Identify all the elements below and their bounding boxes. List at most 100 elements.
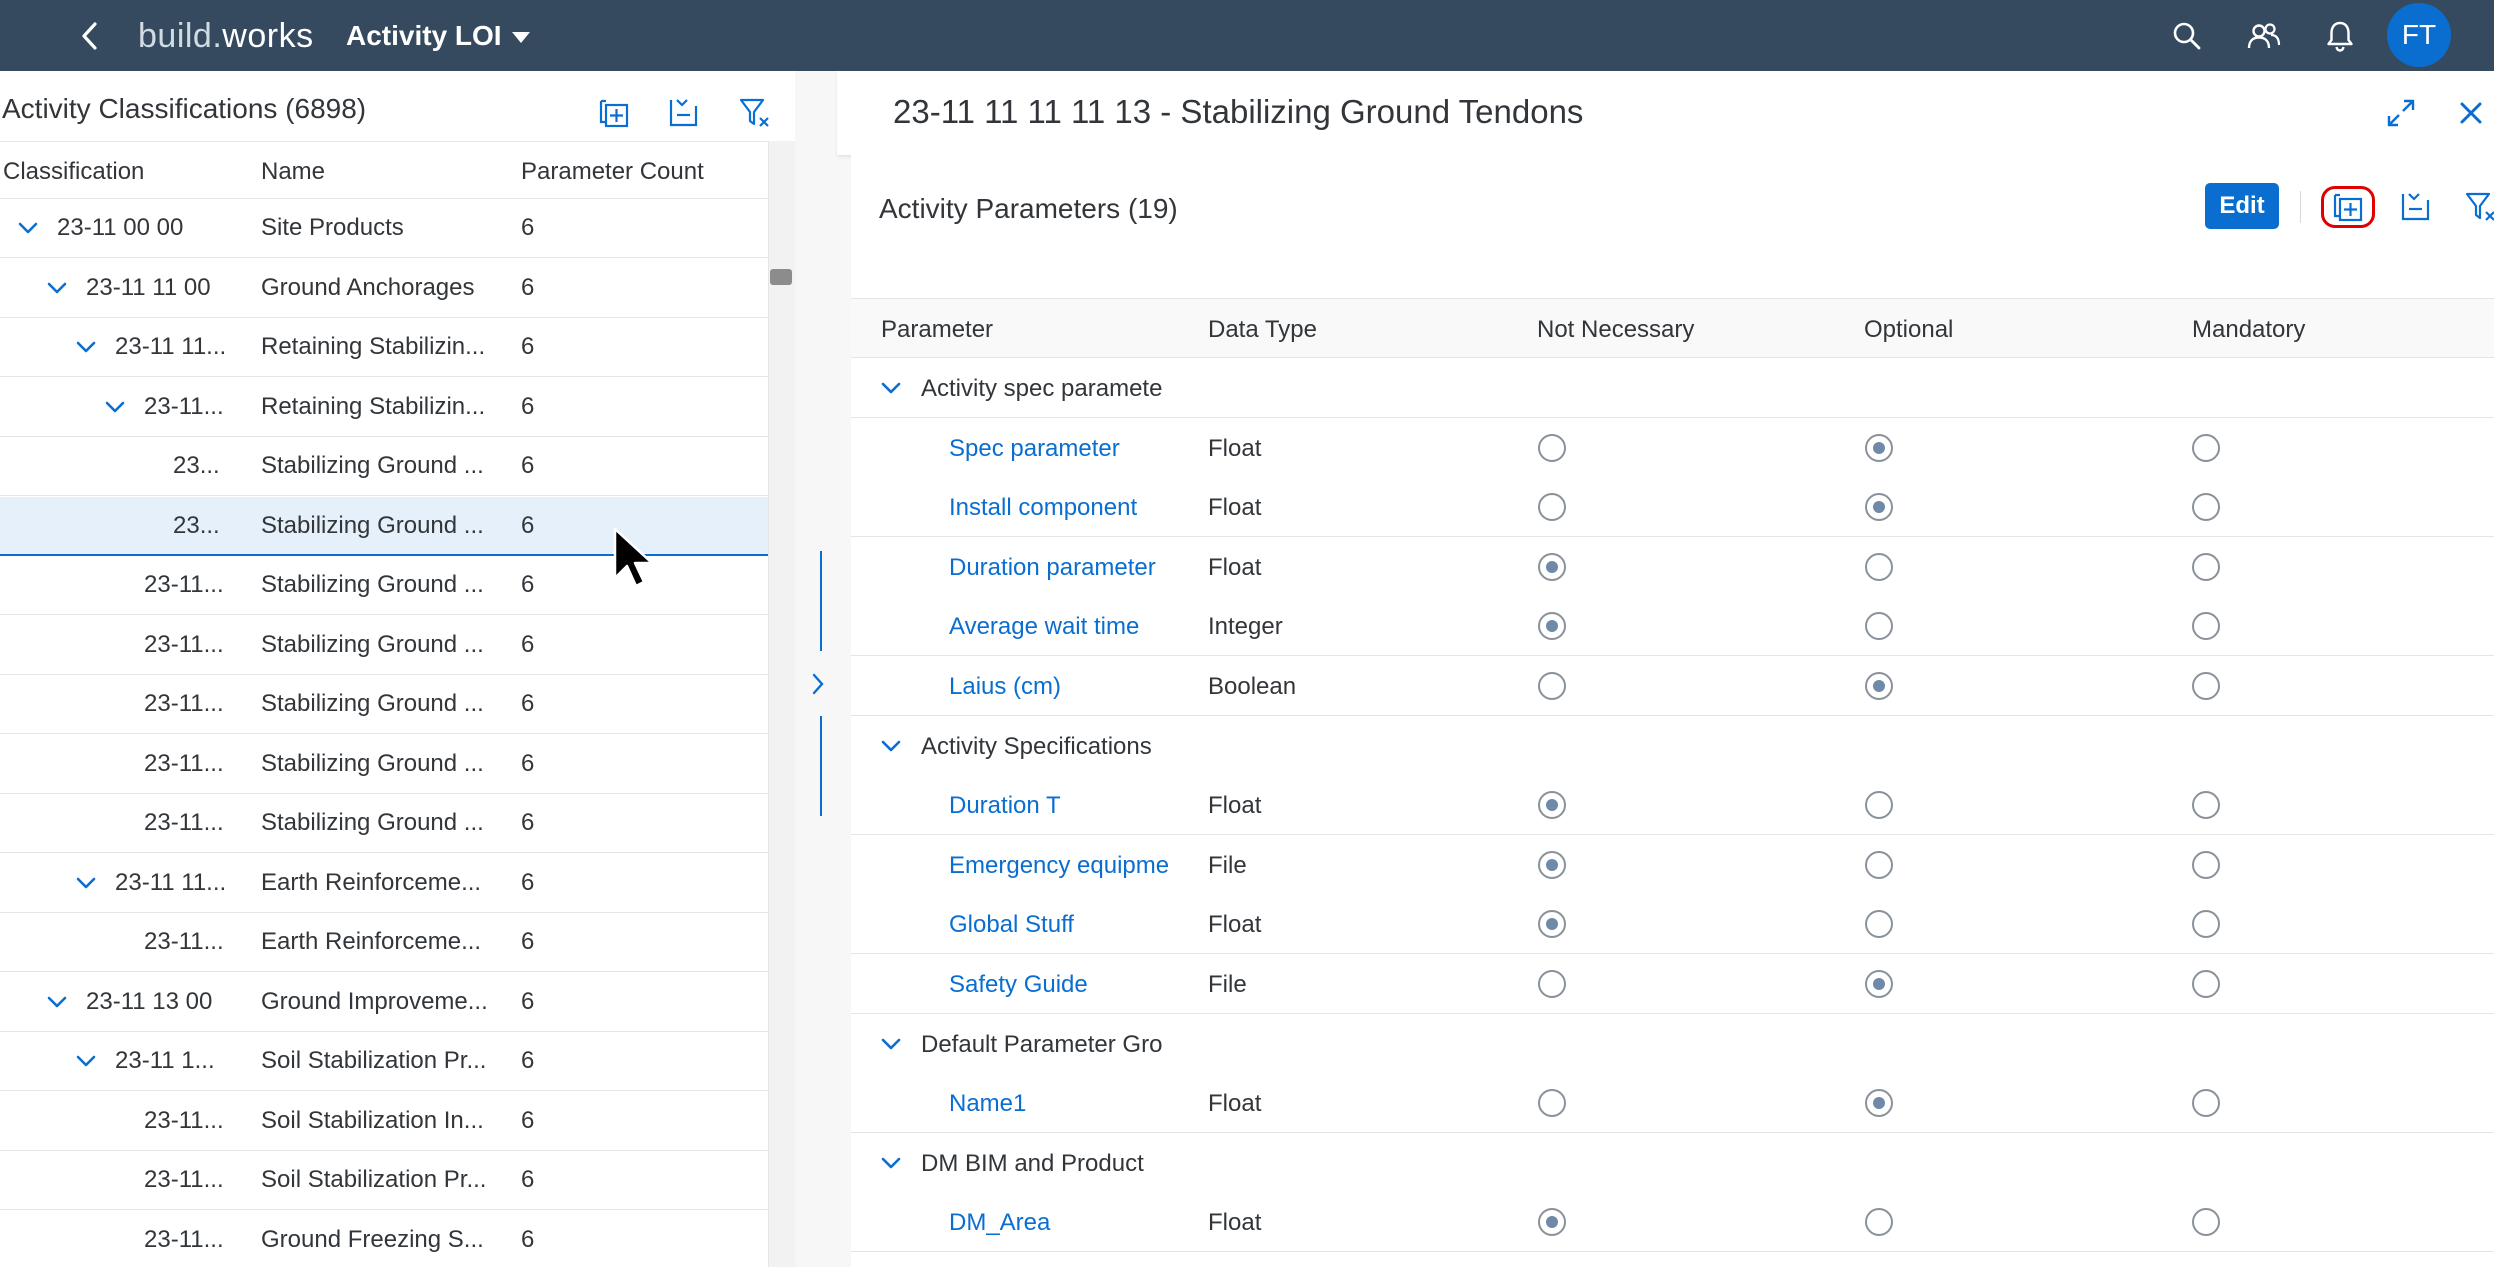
parameter-link[interactable]: Spec parameter: [949, 435, 1171, 463]
tree-row[interactable]: 23-11... Earth Reinforceme... 6: [0, 913, 768, 972]
expand-toggle[interactable]: [74, 871, 98, 895]
parameter-link[interactable]: Average wait time: [949, 613, 1171, 641]
radio-not-necessary[interactable]: [1538, 1089, 1566, 1117]
column-mandatory[interactable]: Mandatory: [2192, 316, 2305, 344]
parameter-link[interactable]: Install component: [949, 494, 1171, 522]
radio-optional[interactable]: [1865, 851, 1893, 879]
radio-not-necessary[interactable]: [1538, 612, 1566, 640]
tree-row[interactable]: 23-11... Stabilizing Ground ... 6: [0, 675, 768, 734]
app-title-menu[interactable]: Activity LOI: [346, 14, 530, 58]
parameter-link[interactable]: Name1: [949, 1090, 1171, 1118]
edit-button[interactable]: Edit: [2205, 183, 2279, 229]
group-row[interactable]: Default Parameter Gro: [851, 1014, 2494, 1074]
tree-row[interactable]: 23-11... Stabilizing Ground ... 6: [0, 616, 768, 675]
radio-not-necessary[interactable]: [1538, 791, 1566, 819]
column-parameter-count[interactable]: Parameter Count: [521, 158, 704, 186]
expand-toggle[interactable]: [16, 216, 40, 240]
radio-optional[interactable]: [1865, 970, 1893, 998]
radio-optional[interactable]: [1865, 612, 1893, 640]
expand-toggle[interactable]: [45, 276, 69, 300]
radio-not-necessary[interactable]: [1538, 434, 1566, 462]
tree-row[interactable]: 23... Stabilizing Ground ... 6: [0, 437, 768, 496]
group-toggle[interactable]: [879, 376, 903, 400]
parameter-link[interactable]: DM_Area: [949, 1209, 1171, 1237]
notifications-button[interactable]: [2316, 12, 2364, 60]
tree-row[interactable]: 23-11... Ground Freezing S... 6: [0, 1211, 768, 1267]
column-not-necessary[interactable]: Not Necessary: [1537, 316, 1694, 344]
tree-row[interactable]: 23-11 13 00 Ground Improveme... 6: [0, 973, 768, 1032]
group-row[interactable]: GROUP2: [851, 1252, 2494, 1267]
splitter-expand-button[interactable]: [805, 666, 831, 702]
tree-row[interactable]: 23-11... Soil Stabilization Pr... 6: [0, 1151, 768, 1210]
clear-filter-button[interactable]: [733, 91, 777, 135]
radio-mandatory[interactable]: [2192, 1089, 2220, 1117]
parameter-link[interactable]: Duration parameter: [949, 554, 1171, 582]
parameter-link[interactable]: Laius (cm): [949, 673, 1171, 701]
user-avatar[interactable]: FT: [2387, 3, 2451, 67]
tree-row[interactable]: 23-11 11 00 Ground Anchorages 6: [0, 259, 768, 318]
tree-row[interactable]: 23-11... Stabilizing Ground ... 6: [0, 794, 768, 853]
panel-splitter[interactable]: [795, 71, 837, 1267]
radio-not-necessary[interactable]: [1538, 493, 1566, 521]
expand-all-button[interactable]: [592, 91, 636, 135]
column-parameter[interactable]: Parameter: [881, 316, 993, 344]
fullscreen-button[interactable]: [2379, 91, 2423, 135]
parameter-link[interactable]: Safety Guide: [949, 971, 1171, 999]
parameter-link[interactable]: Global Stuff: [949, 911, 1171, 939]
parameter-link[interactable]: Duration T: [949, 792, 1171, 820]
column-name[interactable]: Name: [261, 158, 325, 186]
radio-mandatory[interactable]: [2192, 434, 2220, 462]
group-row[interactable]: Activity Specifications: [851, 716, 2494, 776]
collapse-all-button[interactable]: [661, 91, 705, 135]
radio-not-necessary[interactable]: [1538, 672, 1566, 700]
people-button[interactable]: [2240, 12, 2288, 60]
search-button[interactable]: [2163, 12, 2211, 60]
radio-mandatory[interactable]: [2192, 970, 2220, 998]
column-optional[interactable]: Optional: [1864, 316, 1953, 344]
tree-row[interactable]: 23-11... Soil Stabilization In... 6: [0, 1092, 768, 1151]
radio-optional[interactable]: [1865, 493, 1893, 521]
tree-row[interactable]: 23-11... Retaining Stabilizin... 6: [0, 378, 768, 437]
radio-mandatory[interactable]: [2192, 1208, 2220, 1236]
scrollbar-thumb[interactable]: [770, 269, 792, 285]
close-button[interactable]: [2449, 91, 2493, 135]
radio-not-necessary[interactable]: [1538, 910, 1566, 938]
column-classification[interactable]: Classification: [3, 158, 144, 186]
tree-row[interactable]: 23-11 00 00 Site Products 6: [0, 199, 768, 258]
expand-toggle[interactable]: [74, 335, 98, 359]
radio-not-necessary[interactable]: [1538, 1208, 1566, 1236]
radio-mandatory[interactable]: [2192, 612, 2220, 640]
expand-toggle[interactable]: [45, 990, 69, 1014]
radio-not-necessary[interactable]: [1538, 851, 1566, 879]
parameter-link[interactable]: Emergency equipme: [949, 852, 1171, 880]
tree-row[interactable]: 23-11... Stabilizing Ground ... 6: [0, 735, 768, 794]
group-toggle[interactable]: [879, 1032, 903, 1056]
radio-mandatory[interactable]: [2192, 791, 2220, 819]
group-row[interactable]: DM BIM and Product: [851, 1133, 2494, 1193]
back-button[interactable]: [68, 14, 112, 58]
group-row[interactable]: Activity spec paramete: [851, 358, 2494, 418]
radio-optional[interactable]: [1865, 434, 1893, 462]
radio-optional[interactable]: [1865, 791, 1893, 819]
radio-optional[interactable]: [1865, 672, 1893, 700]
tree-row[interactable]: 23-11 11... Retaining Stabilizin... 6: [0, 318, 768, 377]
radio-optional[interactable]: [1865, 1089, 1893, 1117]
column-data-type[interactable]: Data Type: [1208, 316, 1317, 344]
clear-filter-button[interactable]: [2459, 185, 2494, 229]
radio-mandatory[interactable]: [2192, 851, 2220, 879]
expand-all-button[interactable]: [2326, 185, 2370, 229]
brand-logo[interactable]: build.works: [138, 14, 314, 58]
radio-mandatory[interactable]: [2192, 553, 2220, 581]
radio-mandatory[interactable]: [2192, 672, 2220, 700]
group-toggle[interactable]: [879, 1151, 903, 1175]
group-toggle[interactable]: [879, 734, 903, 758]
vertical-scrollbar[interactable]: [768, 141, 795, 1267]
radio-not-necessary[interactable]: [1538, 553, 1566, 581]
tree-row[interactable]: 23-11 1... Soil Stabilization Pr... 6: [0, 1032, 768, 1091]
expand-toggle[interactable]: [74, 1049, 98, 1073]
radio-optional[interactable]: [1865, 910, 1893, 938]
radio-optional[interactable]: [1865, 1208, 1893, 1236]
tree-row[interactable]: 23-11 11... Earth Reinforceme... 6: [0, 854, 768, 913]
radio-not-necessary[interactable]: [1538, 970, 1566, 998]
expand-toggle[interactable]: [103, 395, 127, 419]
